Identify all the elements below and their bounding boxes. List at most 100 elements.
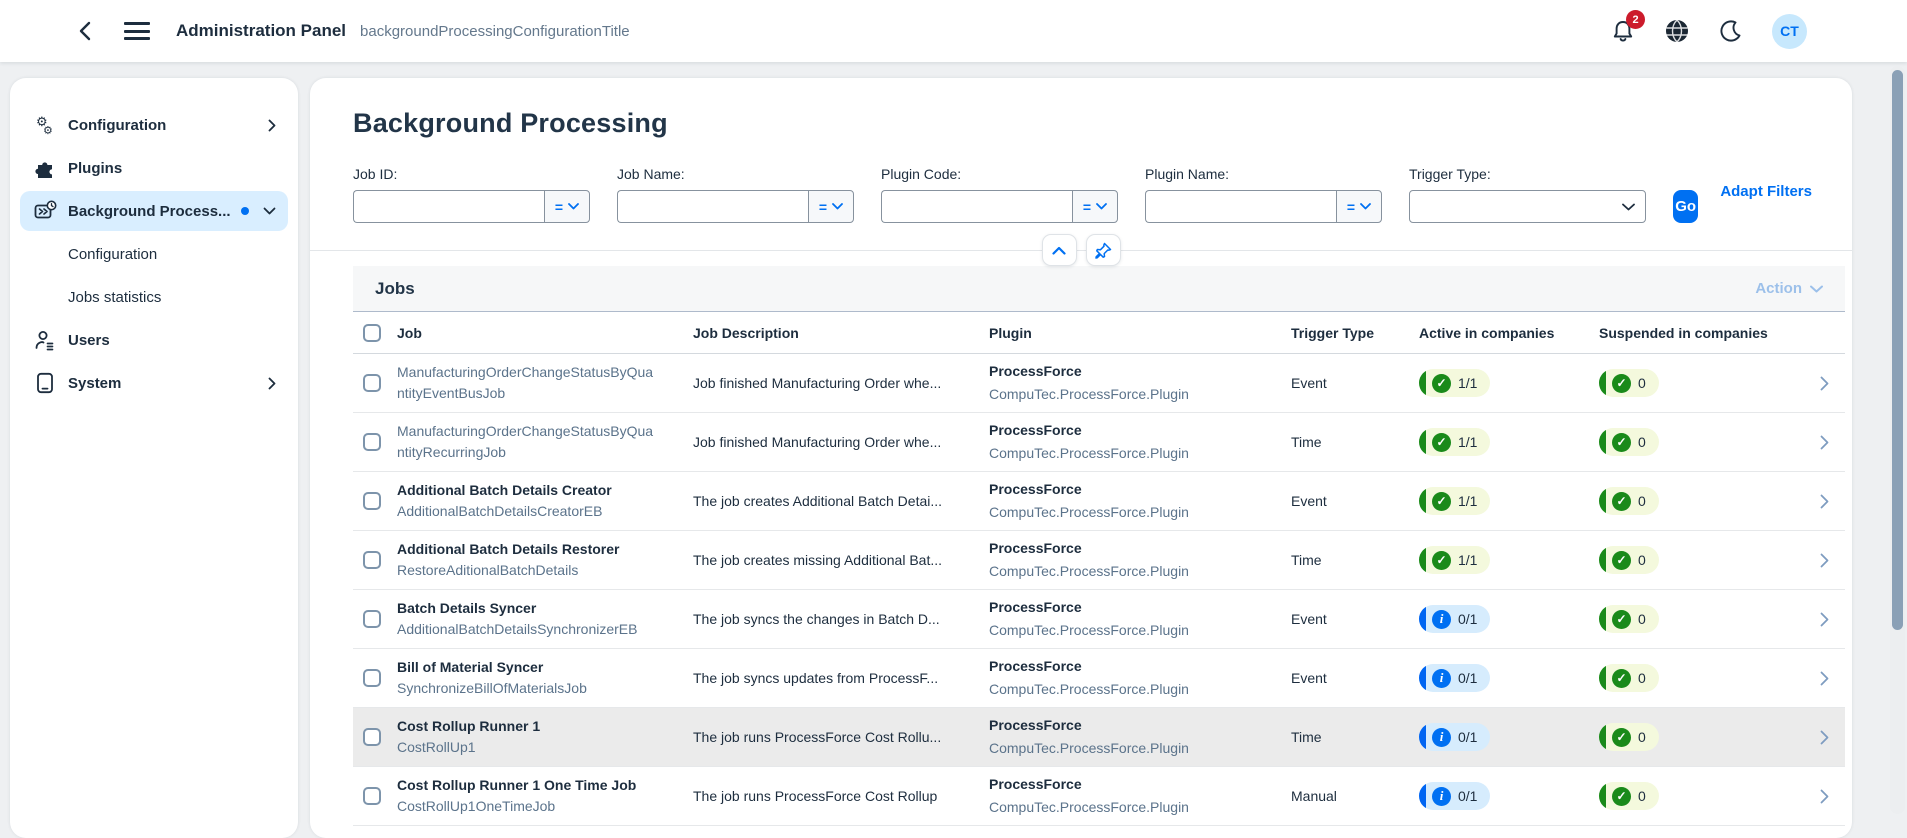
status-icon: ✓: [1432, 492, 1451, 511]
trigger-type: Time: [1291, 729, 1419, 745]
job-title: Cost Rollup Runner 1: [397, 716, 677, 737]
menu-toggle-button[interactable]: [124, 22, 150, 40]
users-icon: [34, 329, 56, 351]
row-detail-button[interactable]: [1820, 435, 1829, 450]
pin-filterbar-button[interactable]: [1086, 234, 1121, 266]
job-description: The job runs ProcessForce Cost Rollup: [693, 788, 989, 804]
table-row[interactable]: Additional Batch Details Creator Additio…: [353, 472, 1845, 531]
filterbar-controls: [310, 234, 1852, 266]
job-description: The job runs ProcessForce Cost Rollu...: [693, 729, 989, 745]
table-row[interactable]: ManufacturingOrderChangeStatusByQuantity…: [353, 354, 1845, 413]
plugin-name: ProcessForce: [989, 655, 1291, 678]
row-detail-button[interactable]: [1820, 494, 1829, 509]
job-description: Job finished Manufacturing Order whe...: [693, 375, 989, 391]
user-avatar[interactable]: CT: [1772, 14, 1807, 49]
plugin-code: CompuTec.ProcessForce.Plugin: [989, 737, 1291, 760]
job-description: The job creates missing Additional Bat..…: [693, 552, 989, 568]
status-icon: i: [1432, 610, 1451, 629]
job-id: ManufacturingOrderChangeStatusByQuantity…: [397, 362, 659, 404]
plugin-code: CompuTec.ProcessForce.Plugin: [989, 383, 1291, 406]
filter-select[interactable]: [1409, 190, 1646, 223]
column-header-job-description: Job Description: [693, 325, 989, 341]
plugin-code: CompuTec.ProcessForce.Plugin: [989, 501, 1291, 524]
table-row[interactable]: Cost Rollup Runner 1 CostRollUp1 The job…: [353, 708, 1845, 767]
row-detail-button[interactable]: [1820, 612, 1829, 627]
table-row[interactable]: ManufacturingOrderChangeStatusByQuantity…: [353, 413, 1845, 472]
row-checkbox[interactable]: [363, 551, 381, 569]
filter-operator-dropdown[interactable]: =: [1072, 190, 1118, 223]
filter-input[interactable]: [1145, 190, 1336, 223]
table-row[interactable]: Additional Batch Details Restorer Restor…: [353, 531, 1845, 590]
row-checkbox[interactable]: [363, 787, 381, 805]
plugin-name: ProcessForce: [989, 773, 1291, 796]
go-button[interactable]: Go: [1673, 190, 1698, 223]
filter-operator-dropdown[interactable]: =: [808, 190, 854, 223]
row-detail-button[interactable]: [1820, 376, 1829, 391]
row-detail-button[interactable]: [1820, 671, 1829, 686]
status-icon: ✓: [1612, 787, 1631, 806]
sidebar-item-system[interactable]: System: [20, 363, 288, 403]
suspended-in-companies-badge: ✓ 0: [1599, 664, 1659, 692]
notifications-button[interactable]: 2: [1610, 18, 1636, 44]
column-header-suspended-in-companies: Suspended in companies: [1599, 325, 1799, 341]
sidebar-item-configuration[interactable]: ⚙⚙ Configuration: [20, 105, 288, 145]
adapt-filters-link[interactable]: Adapt Filters: [1720, 183, 1812, 200]
table-row[interactable]: Cost Rollup Runner 1 One Time Job CostRo…: [353, 767, 1845, 826]
chevron-right-icon: [1820, 612, 1829, 627]
row-detail-button[interactable]: [1820, 730, 1829, 745]
job-id: AdditionalBatchDetailsSynchronizerEB: [397, 619, 659, 640]
sidebar-item-users[interactable]: Users: [20, 320, 288, 360]
row-checkbox[interactable]: [363, 433, 381, 451]
status-icon: ✓: [1612, 728, 1631, 747]
action-menu-button[interactable]: Action: [1755, 280, 1823, 297]
sidebar-item-jobs-statistics[interactable]: Jobs statistics: [20, 277, 288, 317]
table-row[interactable]: Batch Details Syncer AdditionalBatchDeta…: [353, 590, 1845, 649]
job-description: The job creates Additional Batch Detai..…: [693, 493, 989, 509]
row-detail-button[interactable]: [1820, 789, 1829, 804]
filter-field: Trigger Type:: [1409, 166, 1673, 223]
status-icon: i: [1432, 787, 1451, 806]
back-button[interactable]: [70, 17, 98, 45]
row-checkbox[interactable]: [363, 669, 381, 687]
filter-input[interactable]: [881, 190, 1072, 223]
table-header-row: Job Job Description Plugin Trigger Type …: [353, 312, 1845, 354]
filter-label: Job Name:: [617, 166, 881, 182]
filter-operator-dropdown[interactable]: =: [544, 190, 590, 223]
job-id: AdditionalBatchDetailsCreatorEB: [397, 501, 659, 522]
suspended-in-companies-badge: ✓ 0: [1599, 369, 1659, 397]
row-checkbox[interactable]: [363, 728, 381, 746]
sidebar-item-label: Configuration: [68, 246, 157, 263]
job-id: RestoreAditionalBatchDetails: [397, 560, 659, 581]
trigger-type: Event: [1291, 670, 1419, 686]
filter-operator-dropdown[interactable]: =: [1336, 190, 1382, 223]
job-title: Additional Batch Details Restorer: [397, 539, 677, 560]
gears-icon: ⚙⚙: [34, 114, 56, 136]
language-button[interactable]: [1664, 18, 1690, 44]
job-description: The job syncs updates from ProcessF...: [693, 670, 989, 686]
trigger-type: Event: [1291, 375, 1419, 391]
chevron-right-icon: [1820, 553, 1829, 568]
row-checkbox[interactable]: [363, 610, 381, 628]
sidebar-item-background-process[interactable]: Background Process...: [20, 191, 288, 231]
row-checkbox[interactable]: [363, 374, 381, 392]
filter-field: Plugin Code: =: [881, 166, 1145, 223]
row-detail-button[interactable]: [1820, 553, 1829, 568]
filter-input[interactable]: [617, 190, 808, 223]
status-icon: ✓: [1612, 669, 1631, 688]
filter-input[interactable]: [353, 190, 544, 223]
collapse-filterbar-button[interactable]: [1042, 234, 1077, 266]
sidebar-item-configuration[interactable]: Configuration: [20, 234, 288, 274]
table-row[interactable]: Bill of Material Syncer SynchronizeBillO…: [353, 649, 1845, 708]
chevron-right-icon: [1820, 671, 1829, 686]
select-all-checkbox[interactable]: [363, 324, 381, 342]
row-checkbox[interactable]: [363, 492, 381, 510]
sidebar-item-plugins[interactable]: Plugins: [20, 148, 288, 188]
filters-row: Job ID: = Job Name: = Plugin Code: =: [353, 166, 1812, 223]
scrollbar-thumb[interactable]: [1892, 70, 1903, 630]
sidebar-item-label: Configuration: [68, 117, 166, 134]
chevron-right-icon: [1820, 730, 1829, 745]
plugin-name: ProcessForce: [989, 537, 1291, 560]
page-scrollbar[interactable]: [1890, 66, 1905, 814]
dark-mode-button[interactable]: [1718, 18, 1744, 44]
sidebar-item-label: Background Process...: [68, 203, 231, 220]
